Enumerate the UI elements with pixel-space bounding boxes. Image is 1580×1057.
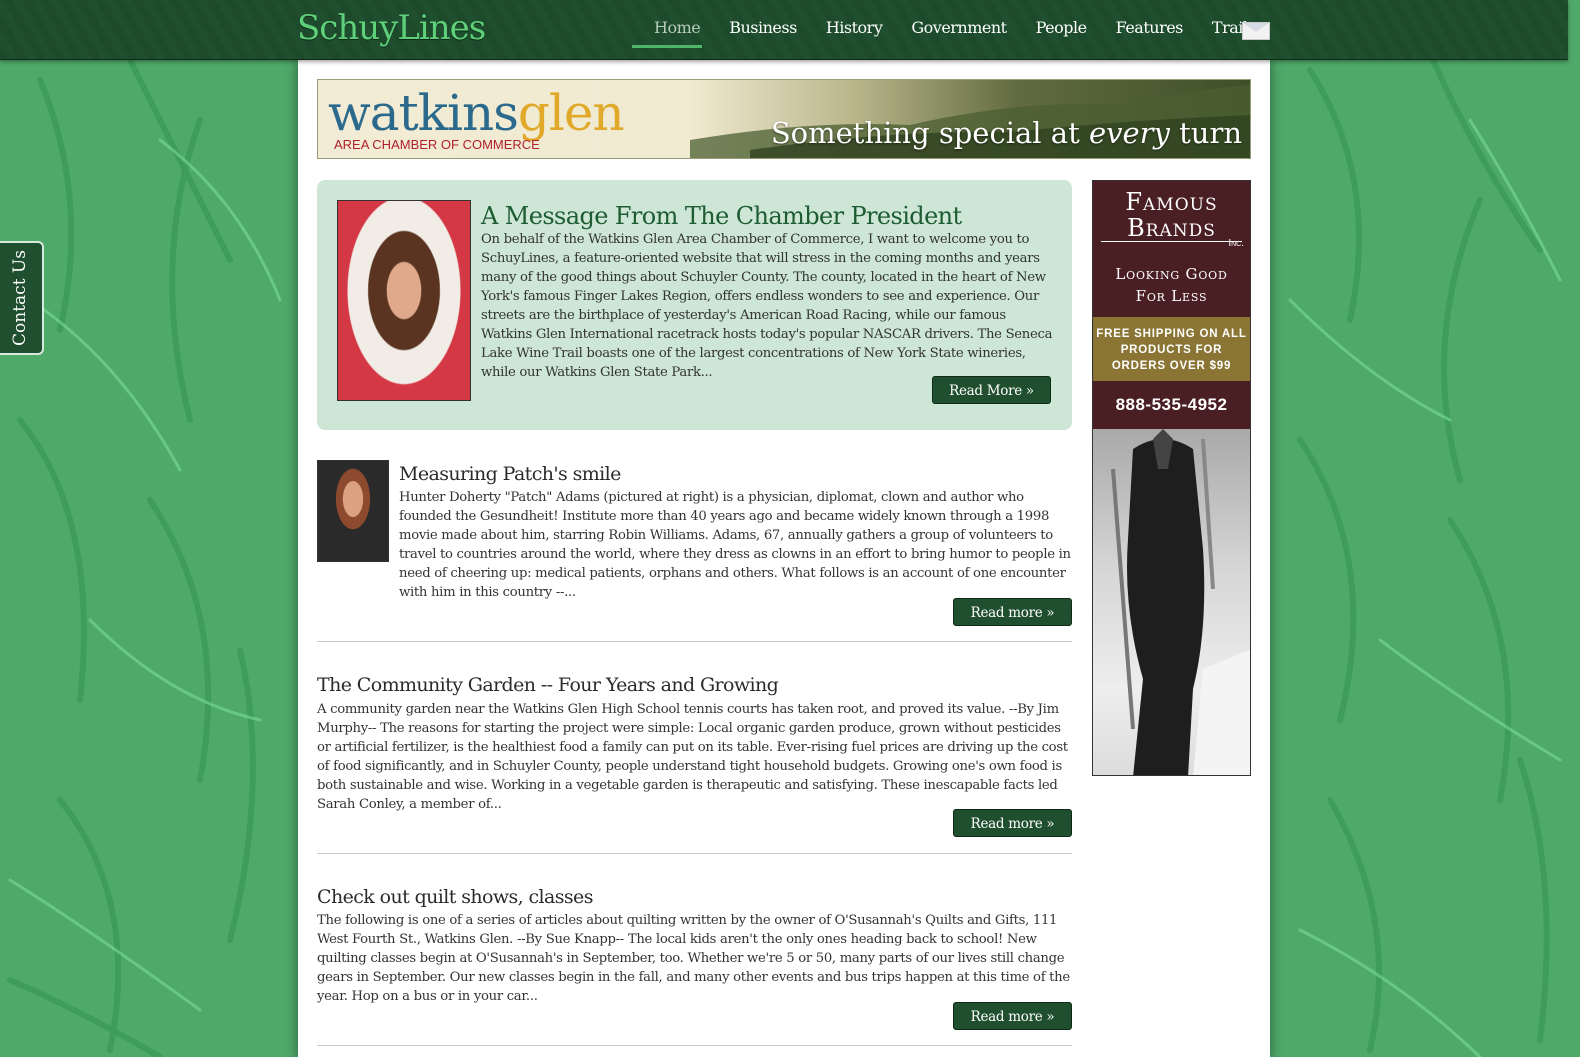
president-photo xyxy=(337,200,471,401)
ad-brand-line2: Brands xyxy=(1127,214,1216,242)
nav-government[interactable]: Government xyxy=(911,0,1007,48)
famous-brands-ad[interactable]: Famous Brands Inc. Looking Good For Less… xyxy=(1092,180,1251,776)
ad-phone-number: 888-535-4952 xyxy=(1115,395,1228,414)
president-message-title[interactable]: A Message From The Chamber President xyxy=(481,202,962,230)
article-body: Hunter Doherty "Patch" Adams (pictured a… xyxy=(399,490,1071,600)
patch-adams-photo xyxy=(317,460,389,562)
chamber-banner[interactable]: watkinsglen AREA CHAMBER OF COMMERCE Som… xyxy=(317,79,1251,159)
main-nav: Home Business History Government People … xyxy=(632,0,1284,60)
divider xyxy=(317,853,1072,854)
tagline-post: turn xyxy=(1169,116,1242,150)
ad-tag-line2: For Less xyxy=(1135,287,1208,305)
ad-tagline: Looking Good For Less xyxy=(1093,263,1250,307)
president-read-more-button[interactable]: Read More » xyxy=(932,376,1051,404)
nav-features[interactable]: Features xyxy=(1116,0,1184,48)
content-panel: watkinsglen AREA CHAMBER OF COMMERCE Som… xyxy=(298,60,1270,1057)
top-navigation-bar: SchuyLines Home Business History Governm… xyxy=(0,0,1568,60)
contact-us-label: Contact Us xyxy=(10,250,30,346)
ad-tag-line1: Looking Good xyxy=(1115,265,1228,283)
read-more-button[interactable]: Read more » xyxy=(953,598,1072,626)
tagline-pre: Something special at xyxy=(770,116,1089,150)
tagline-em: every xyxy=(1088,116,1170,150)
article-body: The following is one of a series of arti… xyxy=(317,913,1070,1004)
banner-title-watkins: watkins xyxy=(328,84,519,142)
divider xyxy=(317,1045,1072,1046)
banner-tagline: Something special at every turn xyxy=(771,116,1242,150)
nav-history[interactable]: History xyxy=(826,0,883,48)
banner-title: watkinsglen xyxy=(328,84,625,142)
banner-title-glen: glen xyxy=(517,84,625,142)
nav-business[interactable]: Business xyxy=(729,0,797,48)
article-title[interactable]: Measuring Patch's smile xyxy=(399,463,621,485)
ad-skier-figure xyxy=(1111,429,1250,775)
ad-rule xyxy=(1101,241,1242,242)
ad-shipping-offer: FREE SHIPPING ON ALL PRODUCTS FOR ORDERS… xyxy=(1093,317,1250,381)
nav-people[interactable]: People xyxy=(1036,0,1087,48)
article-title[interactable]: Check out quilt shows, classes xyxy=(317,886,593,908)
banner-subtitle: AREA CHAMBER OF COMMERCE xyxy=(334,137,540,152)
site-logo[interactable]: SchuyLines xyxy=(297,8,486,48)
president-message-body: On behalf of the Watkins Glen Area Chamb… xyxy=(481,232,1053,380)
nav-home[interactable]: Home xyxy=(632,0,703,48)
article-title[interactable]: The Community Garden -- Four Years and G… xyxy=(317,674,779,696)
ad-skier-photo xyxy=(1093,429,1250,775)
read-more-button[interactable]: Read more » xyxy=(953,1002,1072,1030)
divider xyxy=(317,641,1072,642)
read-more-button[interactable]: Read more » xyxy=(953,809,1072,837)
article-body: A community garden near the Watkins Glen… xyxy=(317,702,1068,812)
president-message-box: A Message From The Chamber President On … xyxy=(317,180,1072,430)
ad-brand-inc: Inc. xyxy=(1228,238,1244,249)
ad-brand-name: Famous Brands xyxy=(1093,189,1250,241)
mail-icon[interactable] xyxy=(1242,22,1270,40)
contact-us-tab[interactable]: Contact Us xyxy=(0,241,44,355)
ad-brand-line1: Famous xyxy=(1125,188,1218,216)
